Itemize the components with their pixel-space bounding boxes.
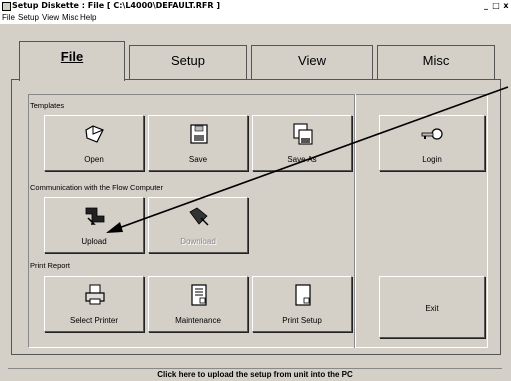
menu-help[interactable]: Help xyxy=(80,12,96,24)
window-title: Setup Diskette : File [ C:\L4000\DEFAULT… xyxy=(12,1,220,10)
minimize-button[interactable]: _ xyxy=(482,1,490,10)
menu-view[interactable]: View xyxy=(42,12,59,24)
tab-file[interactable]: File xyxy=(19,41,125,81)
print-setup-label: Print Setup xyxy=(282,316,322,325)
menu-misc[interactable]: Misc xyxy=(62,12,78,24)
save-label: Save xyxy=(188,155,208,164)
upload-button[interactable]: Upload xyxy=(44,197,144,253)
login-button[interactable]: Login xyxy=(379,115,485,171)
floppy-disks-icon xyxy=(293,123,313,145)
select-printer-button[interactable]: Select Printer xyxy=(44,276,144,332)
open-folder-icon xyxy=(85,125,104,143)
maintenance-button[interactable]: Maintenance xyxy=(148,276,248,332)
menu-bar: File Setup View Misc Help xyxy=(0,12,511,24)
download-label: Download xyxy=(180,237,216,246)
print-setup-document-icon xyxy=(295,284,311,306)
section-communication-label: Communication with the Flow Computer xyxy=(30,183,163,192)
app-icon xyxy=(2,2,11,11)
section-print-report-label: Print Report xyxy=(30,261,71,270)
close-button[interactable]: x xyxy=(502,1,510,10)
save-as-button[interactable]: Save As xyxy=(252,115,352,171)
vertical-divider-highlight xyxy=(355,94,356,348)
key-icon xyxy=(421,128,443,140)
upload-icon xyxy=(85,207,105,225)
setup-window: Setup Diskette : File [ C:\L4000\DEFAULT… xyxy=(0,0,511,381)
exit-button[interactable]: Exit xyxy=(379,276,485,338)
tab-setup[interactable]: Setup xyxy=(129,45,247,79)
save-button[interactable]: Save xyxy=(148,115,248,171)
select-printer-label: Select Printer xyxy=(69,316,119,325)
save-as-label: Save As xyxy=(287,155,317,164)
status-bar: Click here to upload the setup from unit… xyxy=(8,368,502,381)
tab-misc[interactable]: Misc xyxy=(377,45,495,79)
tab-strip: File Setup View Misc xyxy=(11,27,501,81)
upload-label: Upload xyxy=(81,237,107,246)
exit-label: Exit xyxy=(425,304,439,313)
menu-file[interactable]: File xyxy=(2,12,15,24)
tab-view[interactable]: View xyxy=(251,45,373,79)
maximize-button[interactable]: □ xyxy=(492,1,500,10)
section-templates-label: Templates xyxy=(30,101,65,110)
title-bar: Setup Diskette : File [ C:\L4000\DEFAULT… xyxy=(0,0,511,12)
maintenance-label: Maintenance xyxy=(175,316,221,325)
download-icon xyxy=(189,207,209,226)
printer-icon xyxy=(85,284,105,305)
floppy-disk-icon xyxy=(190,124,208,144)
login-label: Login xyxy=(422,155,442,164)
maintenance-document-icon xyxy=(191,284,207,306)
menu-setup[interactable]: Setup xyxy=(18,12,39,24)
download-button[interactable]: Download xyxy=(148,197,248,253)
open-label: Open xyxy=(84,155,104,164)
open-button[interactable]: Open xyxy=(44,115,144,171)
print-setup-button[interactable]: Print Setup xyxy=(252,276,352,332)
file-tab-panel: Templates Open Save Save As Login Commun… xyxy=(11,79,501,355)
tab-control: File Setup View Misc Templates Open Save… xyxy=(11,27,501,355)
